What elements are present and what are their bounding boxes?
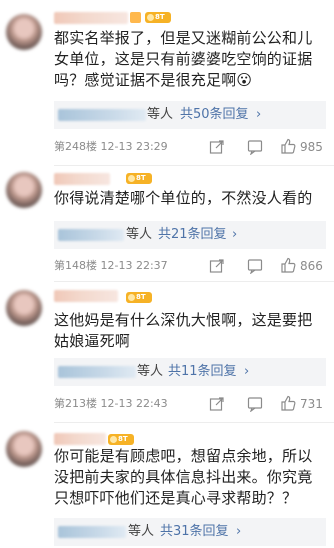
comment-meta: 第213楼 12-13 22:43 [54, 397, 168, 410]
reply-summary[interactable]: 等人 共50条回复 › [54, 101, 326, 129]
username[interactable] [54, 173, 110, 185]
level-badge: 8T [126, 173, 152, 184]
comment-text: 你得说清楚哪个单位的，不然没人看的 [54, 189, 313, 207]
reply-users [58, 366, 136, 378]
comment-text: 都实名举报了，但是又迷糊前公公和儿女单位，这是只有前婆婆吃空饷的证据吗？感觉证据… [54, 29, 313, 89]
avatar[interactable] [6, 431, 42, 467]
level-badge: 8T [108, 434, 134, 445]
reply-suffix: 等人 [147, 107, 174, 122]
level-badge: 8T [126, 292, 152, 303]
comment-item: 8T 你可能是有顾虑吧，想留点余地，所以没把前夫家的具体信息抖出来。你究竟只想吓… [0, 423, 334, 548]
reply-users [58, 526, 126, 538]
reply-suffix: 等人 [137, 364, 164, 379]
like-icon[interactable] [280, 138, 296, 154]
comment-icon[interactable] [247, 396, 263, 412]
comment-text: 你可能是有顾虑吧，想留点余地，所以没把前夫家的具体信息抖出来。你究竟只想吓吓他们… [54, 447, 313, 507]
comment-item: 8T 都实名举报了，但是又迷糊前公公和儿女单位，这是只有前婆婆吃空饷的证据吗？感… [0, 0, 334, 166]
like-icon[interactable] [280, 395, 296, 411]
reply-summary[interactable]: 等人 共11条回复 › [54, 358, 326, 386]
reply-summary[interactable]: 等人 共21条回复 › [54, 221, 326, 249]
like-count: 731 [300, 397, 323, 411]
emoji-icon: 😮 [236, 71, 253, 89]
chevron-right-icon[interactable]: › [244, 364, 249, 380]
comment-icon[interactable] [247, 139, 263, 155]
like-icon[interactable] [280, 257, 296, 273]
reply-count-link[interactable]: 共50条回复 [180, 107, 249, 123]
share-icon[interactable] [209, 396, 225, 412]
username[interactable] [54, 12, 128, 24]
comment-meta: 第248楼 12-13 23:29 [54, 140, 168, 153]
avatar[interactable] [6, 290, 42, 326]
medal-icon [130, 12, 141, 23]
comment-item: 8T 这他妈是有什么深仇大恨啊，这是要把姑娘逼死啊 等人 共11条回复 › 第2… [0, 282, 334, 423]
comment-text: 这他妈是有什么深仇大恨啊，这是要把姑娘逼死啊 [54, 311, 313, 350]
chevron-right-icon[interactable]: › [236, 524, 241, 540]
level-badge: 8T [145, 12, 171, 23]
reply-count-link[interactable]: 共31条回复 [160, 524, 229, 540]
avatar[interactable] [6, 14, 42, 50]
reply-summary[interactable]: 等人 共31条回复 › [54, 518, 326, 546]
reply-count-link[interactable]: 共21条回复 [158, 227, 227, 243]
chevron-right-icon[interactable]: › [256, 107, 261, 123]
like-count: 985 [300, 140, 323, 154]
reply-suffix: 等人 [128, 524, 155, 539]
username[interactable] [54, 433, 106, 445]
reply-users [58, 109, 146, 121]
like-count: 866 [300, 259, 323, 273]
avatar[interactable] [6, 172, 42, 208]
chevron-right-icon[interactable]: › [232, 227, 237, 243]
comment-meta: 第148楼 12-13 22:37 [54, 259, 168, 272]
comment-icon[interactable] [247, 258, 263, 274]
share-icon[interactable] [209, 139, 225, 155]
share-icon[interactable] [209, 258, 225, 274]
reply-users [58, 229, 124, 241]
username[interactable] [54, 290, 118, 302]
reply-suffix: 等人 [126, 227, 153, 242]
comment-item: 8T 你得说清楚哪个单位的，不然没人看的 等人 共21条回复 › 第148楼 1… [0, 166, 334, 282]
reply-count-link[interactable]: 共11条回复 [168, 364, 237, 380]
